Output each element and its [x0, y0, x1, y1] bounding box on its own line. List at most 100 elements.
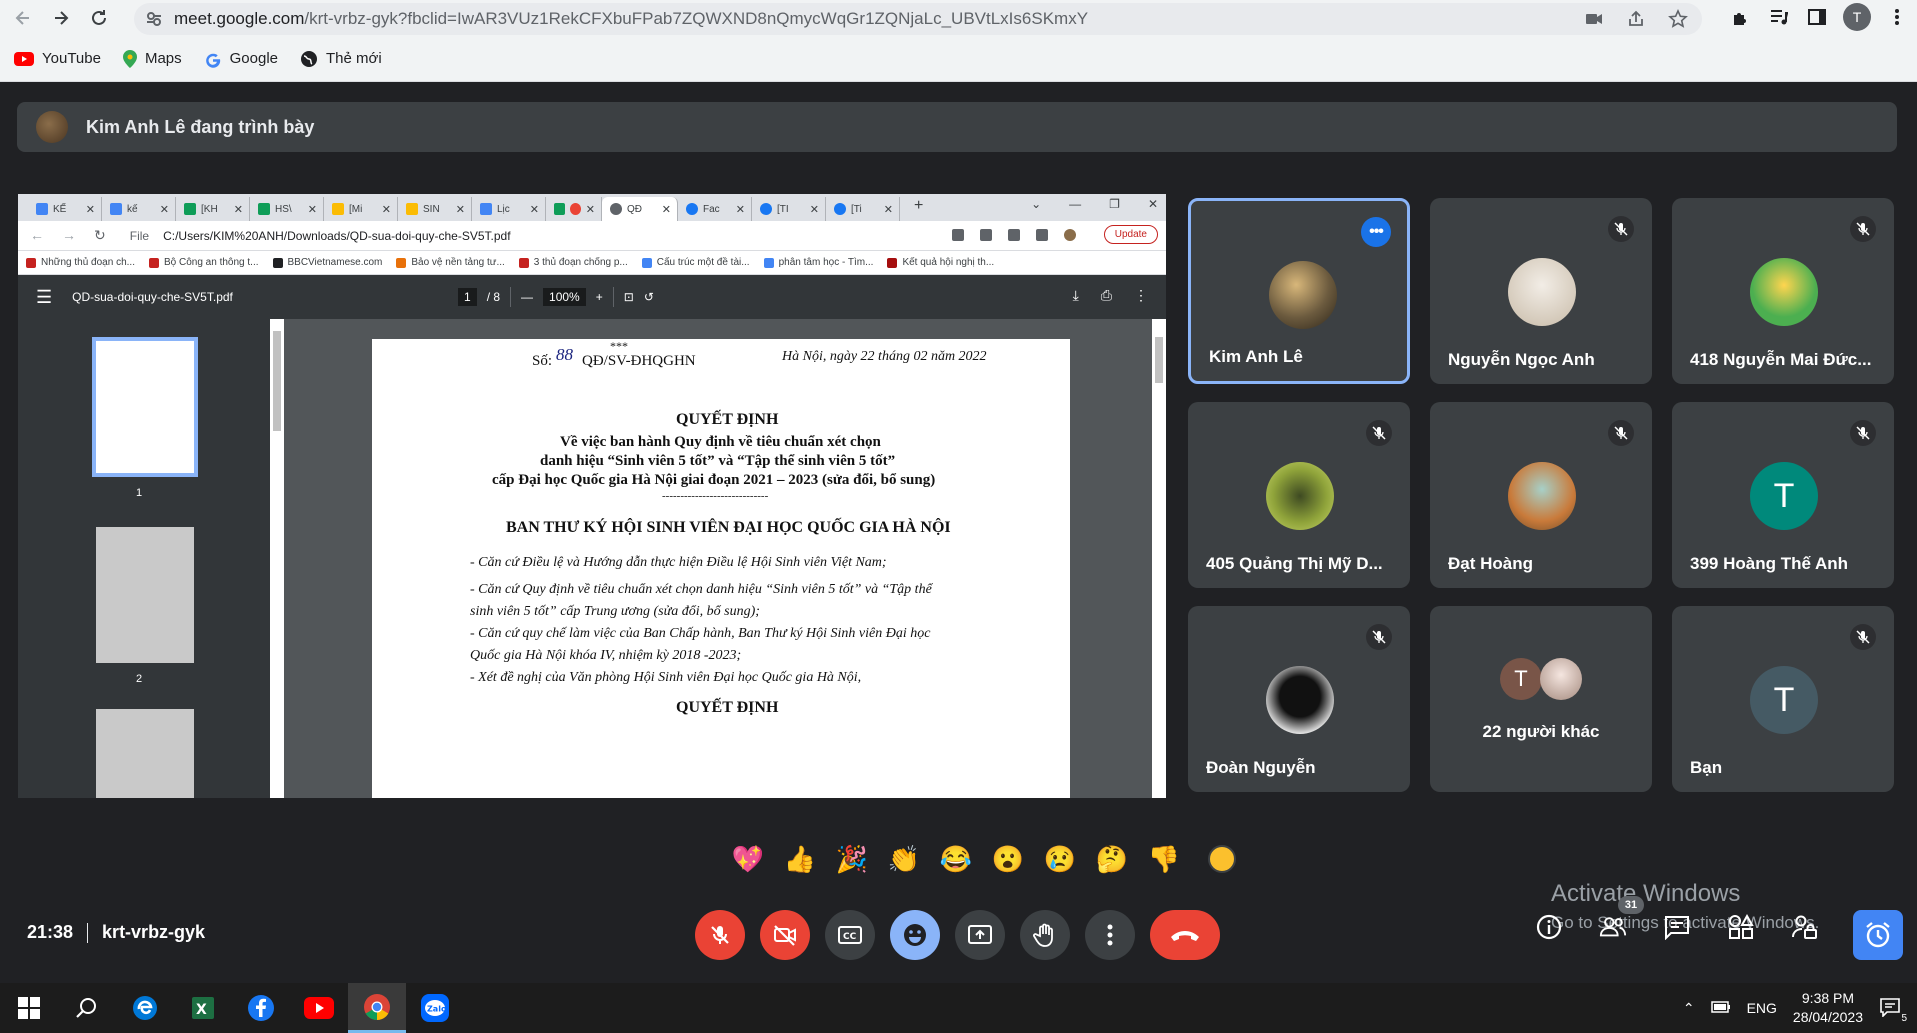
pdf-zoom: 100% — [543, 288, 586, 306]
participant-name: Đạt Hoàng — [1448, 554, 1533, 573]
participant-tile[interactable]: ••• Kim Anh Lê — [1188, 198, 1410, 384]
host-controls-button[interactable] — [1791, 913, 1819, 941]
leave-call-button[interactable] — [1150, 910, 1220, 960]
participant-name: Đoàn Nguyễn — [1206, 758, 1316, 777]
chat-icon — [1665, 916, 1689, 940]
thumb-label-1: 1 — [136, 487, 143, 499]
battery-icon[interactable] — [1710, 1000, 1731, 1016]
star-icon — [980, 229, 992, 241]
shared-bookmark: Những thủ đoạn ch... — [26, 257, 135, 268]
zalo-icon: Zalo — [421, 994, 449, 1022]
taskbar-edge[interactable] — [116, 983, 174, 1033]
present-button[interactable] — [955, 910, 1005, 960]
captions-button[interactable]: CC — [825, 910, 875, 960]
reload-button[interactable] — [84, 3, 114, 33]
search-button[interactable] — [58, 983, 116, 1033]
notification-icon — [1880, 997, 1900, 1018]
reload-icon — [92, 10, 106, 25]
mic-toggle-button[interactable] — [695, 910, 745, 960]
shared-bookmark: Cấu trúc một đề tài... — [641, 257, 750, 268]
share-icon[interactable] — [1626, 9, 1646, 29]
camera-toggle-button[interactable] — [760, 910, 810, 960]
pdf-scrollbar — [1152, 319, 1166, 798]
shared-bookmark: phân tâm học - Tìm... — [763, 257, 873, 268]
taskbar-zalo[interactable]: Zalo — [406, 983, 464, 1033]
mic-off-icon — [1608, 216, 1634, 242]
reaction-sparkling-heart[interactable]: 💖 — [732, 843, 764, 875]
reaction-thinking[interactable]: 🤔 — [1096, 843, 1128, 875]
mic-off-icon — [1366, 420, 1392, 446]
mic-off-icon — [1850, 624, 1876, 650]
bookmark-youtube[interactable]: YouTube — [14, 50, 101, 67]
pdf-filename: QD-sua-doi-quy-che-SV5T.pdf — [72, 290, 233, 304]
language-indicator[interactable]: ENG — [1747, 1000, 1777, 1016]
extensions-icon[interactable] — [1729, 5, 1753, 29]
reactions-button[interactable] — [890, 910, 940, 960]
reaction-clapping[interactable]: 👏 — [888, 843, 920, 875]
meeting-details-button[interactable] — [1535, 913, 1563, 941]
extension-icon — [1008, 229, 1020, 241]
participant-tile[interactable]: T 399 Hoàng Thế Anh — [1672, 402, 1894, 588]
people-button[interactable] — [1599, 913, 1627, 941]
participant-tile-others[interactable]: T 22 người khác — [1430, 606, 1652, 792]
clock[interactable]: 9:38 PM 28/04/2023 — [1793, 989, 1863, 1027]
bookmark-new-tab[interactable]: Thẻ mới — [300, 50, 382, 68]
emoji-smile-icon — [904, 924, 926, 946]
new-tab-icon: + — [914, 197, 924, 214]
chrome-menu-icon[interactable] — [1885, 5, 1909, 29]
youtube-icon — [304, 997, 334, 1019]
back-button[interactable] — [8, 3, 38, 33]
forward-button[interactable] — [46, 3, 76, 33]
print-icon: ⎙ — [1100, 287, 1112, 303]
raise-hand-button[interactable] — [1020, 910, 1070, 960]
search-icon — [76, 998, 96, 1018]
profile-avatar[interactable]: T — [1843, 3, 1871, 31]
bookmark-star-icon[interactable] — [1668, 9, 1688, 29]
clock-date: 28/04/2023 — [1792, 1009, 1863, 1025]
participant-name: 399 Hoàng Thế Anh — [1690, 554, 1849, 573]
camera-blocked-icon[interactable] — [1584, 9, 1604, 29]
system-tray: ⌃ ENG 9:38 PM 28/04/2023 5 — [1683, 983, 1917, 1033]
reaction-laughing[interactable]: 😂 — [940, 843, 972, 875]
participant-tile[interactable]: Đạt Hoàng — [1430, 402, 1652, 588]
participant-tile[interactable]: Nguyễn Ngọc Anh — [1430, 198, 1652, 384]
closed-captions-icon: CC — [838, 926, 862, 944]
taskbar-excel[interactable]: X — [174, 983, 232, 1033]
taskbar-youtube[interactable] — [290, 983, 348, 1033]
reaction-surprised[interactable]: 😮 — [992, 843, 1024, 875]
presenter-text: Kim Anh Lê đang trình bày — [86, 116, 315, 137]
participant-tile[interactable]: Đoàn Nguyễn — [1188, 606, 1410, 792]
address-bar[interactable]: meet.google.com/krt-vrbz-gyk?fbclid=IwAR… — [134, 3, 1702, 35]
participant-tile[interactable]: 405 Quảng Thị Mỹ D... — [1188, 402, 1410, 588]
taskbar-chrome[interactable] — [348, 983, 406, 1033]
taskbar-facebook[interactable] — [232, 983, 290, 1033]
reaction-crying[interactable]: 😢 — [1044, 843, 1076, 875]
bookmark-google[interactable]: Google — [204, 50, 278, 68]
activities-button[interactable] — [1727, 913, 1755, 941]
site-info-icon[interactable] — [144, 9, 164, 29]
shared-bookmark: 3 thủ đoạn chống p... — [518, 257, 628, 268]
meeting-info: 21:38 krt-vrbz-gyk — [27, 922, 205, 943]
start-button[interactable] — [0, 983, 58, 1033]
reaction-thumbs-down[interactable]: 👎 — [1148, 843, 1180, 875]
tray-chevron-icon[interactable]: ⌃ — [1683, 1000, 1695, 1017]
participant-tile[interactable]: 418 Nguyễn Mai Đức... — [1672, 198, 1894, 384]
notification-center-button[interactable]: 5 — [1879, 997, 1907, 1024]
shared-tab: [KH ✕ — [176, 197, 250, 221]
svg-text:CC: CC — [843, 932, 857, 942]
more-options-button[interactable]: ••• — [1361, 217, 1391, 247]
skin-tone-picker[interactable] — [1208, 845, 1236, 873]
url-text: meet.google.com/krt-vrbz-gyk?fbclid=IwAR… — [174, 9, 1089, 28]
chat-button[interactable] — [1663, 913, 1691, 941]
reaction-thumbs-up[interactable]: 👍 — [784, 843, 816, 875]
bookmark-maps[interactable]: Maps — [122, 49, 182, 68]
more-options-button[interactable] — [1085, 910, 1135, 960]
shared-tab: HS\ ✕ — [250, 197, 324, 221]
side-panel-icon[interactable] — [1805, 5, 1829, 29]
media-control-icon[interactable] — [1767, 5, 1791, 29]
participant-tile-self[interactable]: T Bạn — [1672, 606, 1894, 792]
timer-button[interactable] — [1853, 910, 1903, 960]
zoom-out-icon: — — [521, 290, 534, 304]
participant-avatar — [1508, 258, 1576, 326]
reaction-party-popper[interactable]: 🎉 — [836, 843, 868, 875]
